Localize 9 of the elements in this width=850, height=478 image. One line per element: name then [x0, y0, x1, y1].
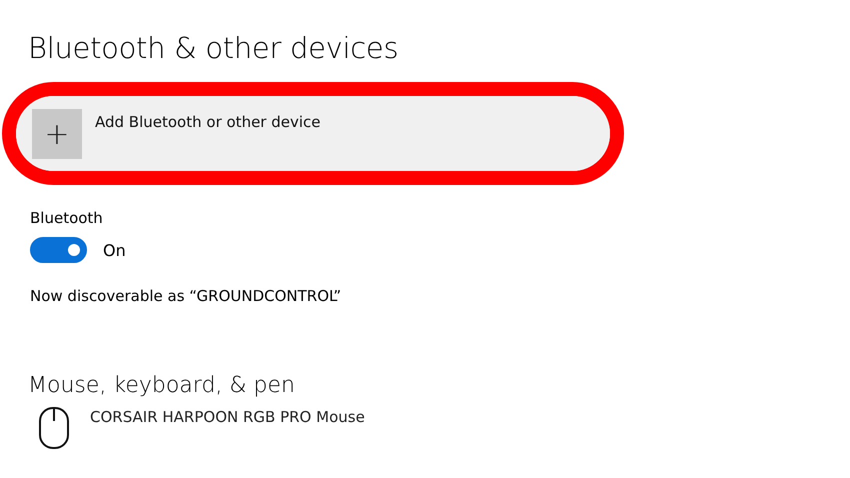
bluetooth-label: Bluetooth — [30, 209, 104, 227]
add-device-button[interactable]: + Add Bluetooth or other device — [16, 96, 610, 171]
device-name[interactable]: CORSAIR HARPOON RGB PRO Mouse — [90, 406, 365, 426]
mouse-icon — [38, 406, 70, 450]
toggle-state: On — [103, 240, 126, 260]
section-heading: Mouse, keyboard, & pen — [28, 373, 296, 398]
bluetooth-toggle[interactable] — [30, 237, 87, 263]
page-title: Bluetooth & other devices — [28, 30, 400, 67]
discoverable-text: Now discoverable as “GROUNDCONTROL” — [30, 287, 342, 305]
